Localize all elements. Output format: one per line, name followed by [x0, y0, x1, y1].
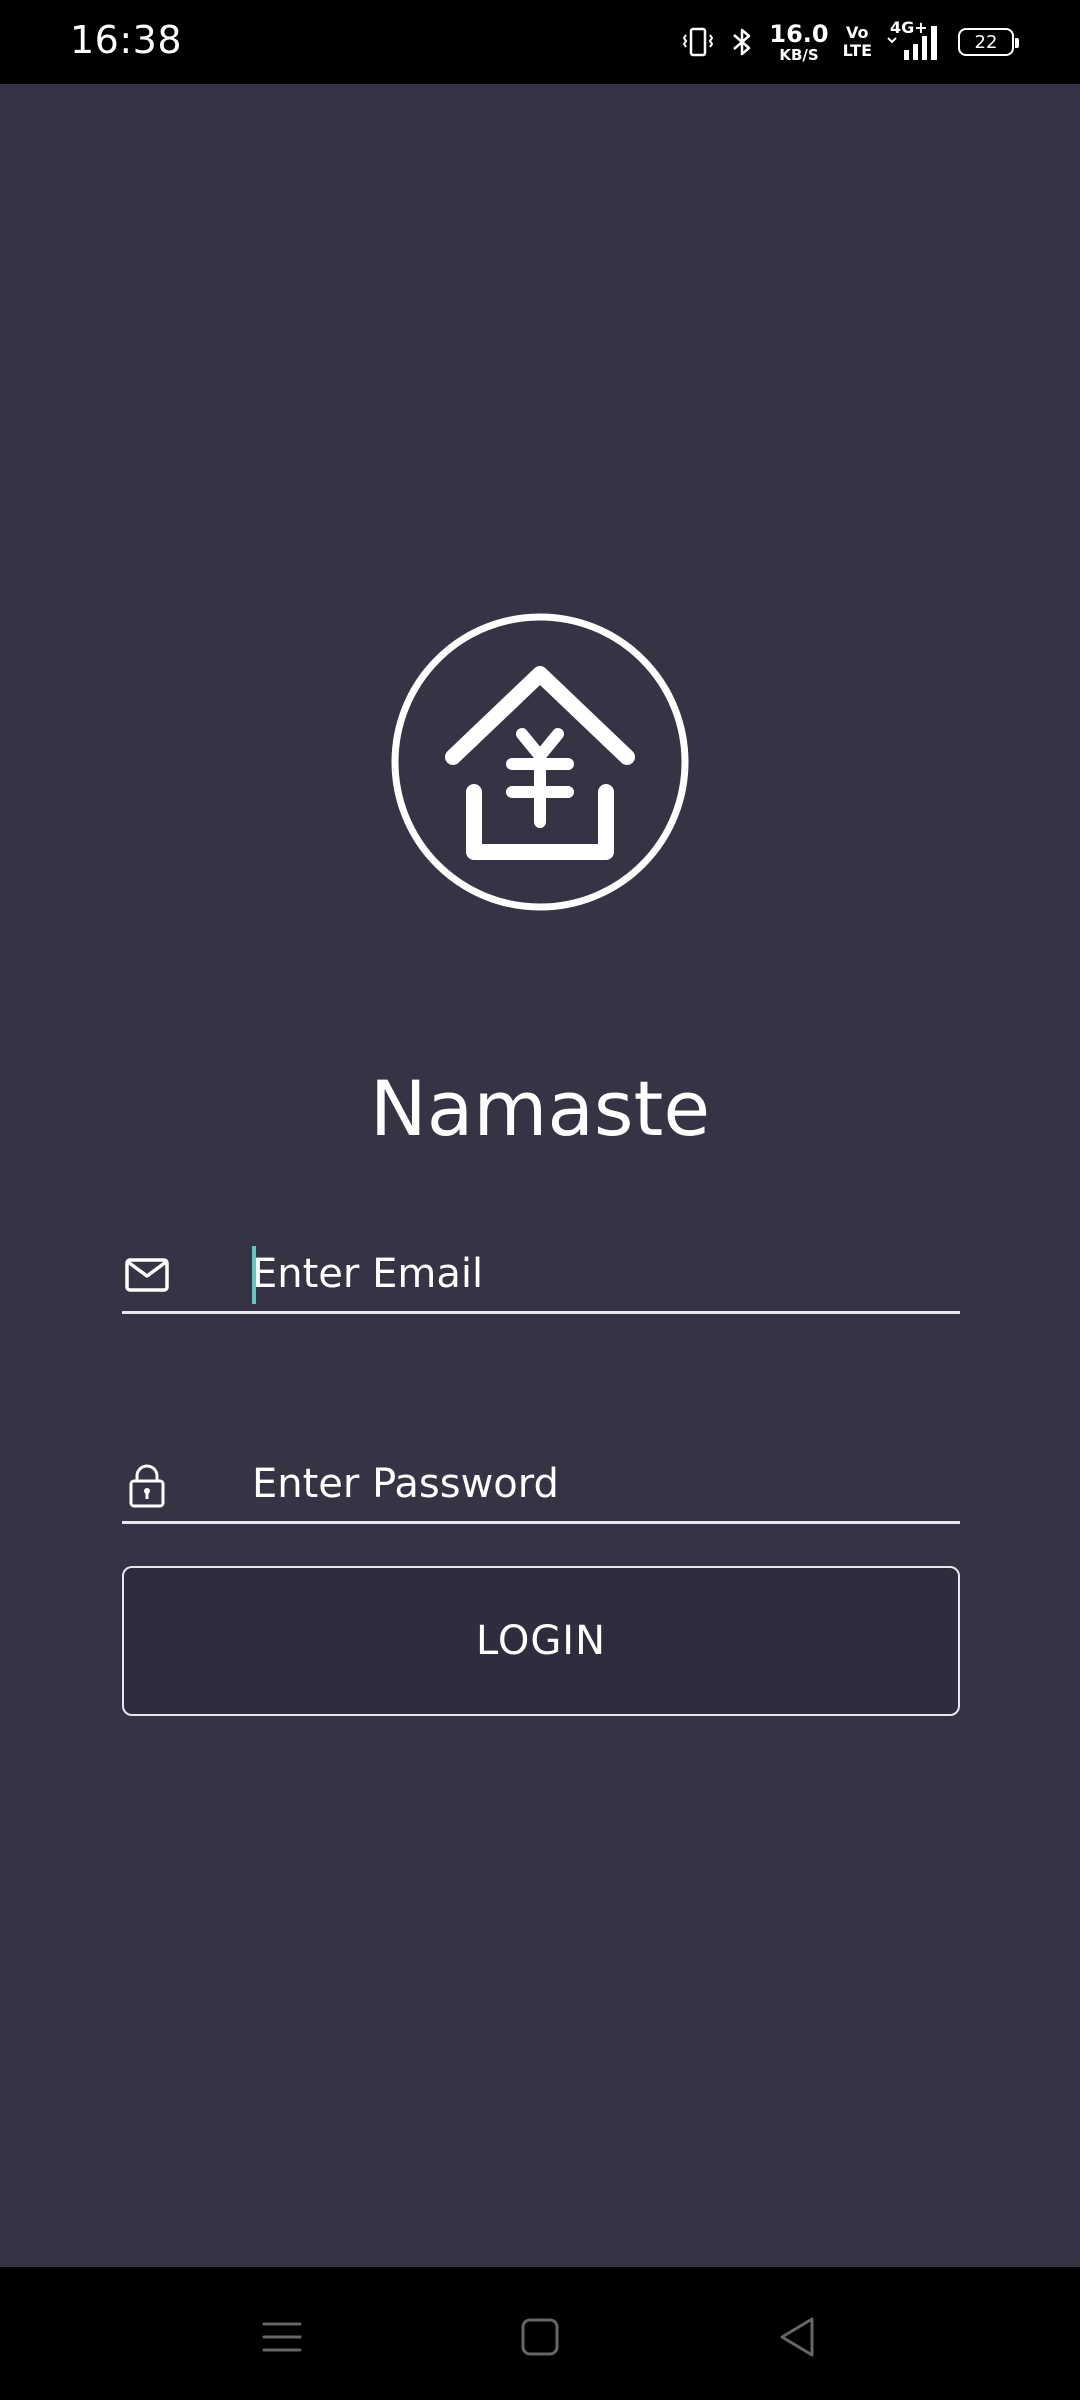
email-input[interactable]	[252, 1244, 952, 1304]
password-input[interactable]	[252, 1454, 952, 1514]
app-title: Namaste	[369, 1064, 711, 1153]
password-field[interactable]	[122, 1404, 960, 1524]
home-square-icon[interactable]	[510, 2307, 570, 2367]
signal-icon: 4G+	[886, 18, 944, 62]
login-button[interactable]: LOGIN	[122, 1566, 960, 1716]
house-yen-logo-icon	[391, 613, 689, 911]
back-triangle-icon[interactable]	[768, 2307, 828, 2367]
volte-bottom: LTE	[842, 41, 872, 60]
status-icons: 16.0 KB/S Vo LTE 4G+ 22	[681, 18, 1019, 66]
navigation-bar	[0, 2267, 1080, 2400]
email-field[interactable]	[122, 1194, 960, 1314]
login-screen: 16:38 16.0 KB/S Vo LTE 4G+ 22 Namaste En…	[0, 0, 1080, 2400]
network-speed-value: 16.0	[769, 19, 829, 48]
mail-icon	[125, 1258, 169, 1292]
status-bar: 16:38 16.0 KB/S Vo LTE 4G+ 22	[0, 0, 1080, 84]
lock-icon	[129, 1464, 165, 1508]
battery-level: 22	[974, 31, 998, 53]
status-time: 16:38	[70, 18, 183, 62]
volte-top: Vo	[846, 23, 869, 42]
menu-icon[interactable]	[252, 2307, 312, 2367]
network-speed: 16.0 KB/S	[769, 22, 828, 63]
text-cursor	[252, 1246, 256, 1304]
bluetooth-icon	[733, 28, 751, 56]
battery-icon: 22	[958, 28, 1019, 56]
vibrate-icon	[683, 27, 714, 57]
network-speed-unit: KB/S	[779, 45, 819, 64]
app-content: Namaste LOGIN	[0, 84, 1080, 2267]
volte-indicator: Vo LTE	[843, 25, 872, 59]
